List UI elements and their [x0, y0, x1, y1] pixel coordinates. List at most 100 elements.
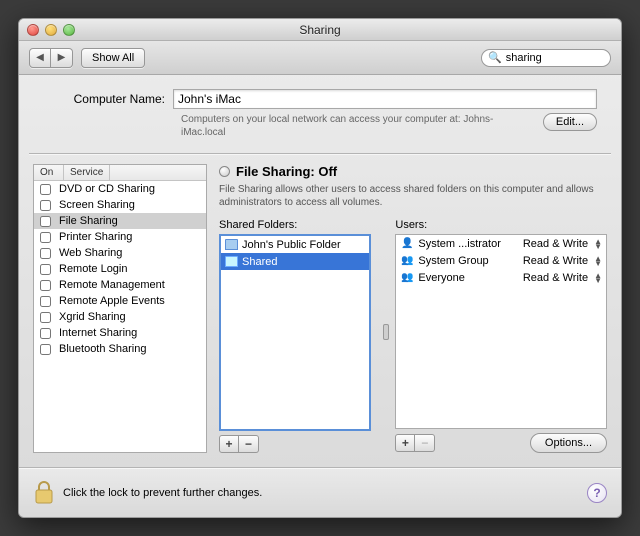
forward-button[interactable]: ▶ [51, 48, 73, 68]
service-row[interactable]: Printer Sharing [34, 229, 206, 245]
group-icon: 👥 [400, 272, 414, 284]
service-label: Remote Apple Events [59, 295, 165, 307]
user-row[interactable]: 👤 System ...istrator Read & Write ▲▼ [396, 235, 606, 252]
service-label: Screen Sharing [59, 199, 135, 211]
service-checkbox[interactable] [40, 280, 51, 291]
status-description: File Sharing allows other users to acces… [219, 183, 607, 209]
service-checkbox[interactable] [40, 248, 51, 259]
folder-name: John's Public Folder [242, 239, 341, 251]
service-label: Web Sharing [59, 247, 122, 259]
traffic-lights [19, 24, 75, 36]
folder-icon [225, 256, 238, 267]
shared-folder-row[interactable]: Shared [221, 253, 369, 270]
main-area: On Service DVD or CD Sharing Screen Shari… [19, 154, 621, 467]
back-button[interactable]: ◀ [29, 48, 51, 68]
service-row[interactable]: Remote Login [34, 261, 206, 277]
folder-icon [225, 239, 238, 250]
service-checkbox[interactable] [40, 312, 51, 323]
status-led-icon [219, 166, 230, 177]
service-label: File Sharing [59, 215, 118, 227]
users-list[interactable]: 👤 System ...istrator Read & Write ▲▼ 👥 System… [395, 234, 607, 429]
group-icon: 👥 [400, 255, 414, 267]
show-all-button[interactable]: Show All [81, 48, 145, 68]
service-label: Internet Sharing [59, 327, 137, 339]
service-row[interactable]: DVD or CD Sharing [34, 181, 206, 197]
computer-name-section: Computer Name: Computers on your local n… [19, 75, 621, 147]
computer-name-field[interactable] [173, 89, 597, 109]
service-label: Printer Sharing [59, 231, 132, 243]
service-row[interactable]: Bluetooth Sharing [34, 341, 206, 357]
service-row[interactable]: Remote Management [34, 277, 206, 293]
computer-name-label: Computer Name: [43, 92, 173, 106]
search-input[interactable] [506, 52, 622, 64]
lock-icon[interactable] [33, 480, 55, 506]
remove-user-button[interactable]: − [415, 434, 435, 452]
users-pane: Users: 👤 System ...istrator Read & Write ▲▼… [395, 219, 607, 453]
user-name: System Group [418, 255, 518, 267]
service-row[interactable]: Web Sharing [34, 245, 206, 261]
user-permission[interactable]: Read & Write [523, 255, 590, 267]
lock-text: Click the lock to prevent further change… [63, 487, 262, 499]
service-row[interactable]: Internet Sharing [34, 325, 206, 341]
sharing-prefpane-window: Sharing ◀ ▶ Show All 🔍 ✕ Computer Name: … [18, 18, 622, 518]
users-label: Users: [395, 219, 607, 231]
service-checkbox[interactable] [40, 344, 51, 355]
user-name: Everyone [418, 272, 518, 284]
panes-row: Shared Folders: John's Public Folder Shar… [219, 219, 607, 453]
shared-folders-list[interactable]: John's Public Folder Shared [219, 234, 371, 431]
close-icon[interactable] [27, 24, 39, 36]
computer-name-note: Computers on your local network can acce… [181, 113, 543, 139]
service-label: Remote Management [59, 279, 165, 291]
service-label: Remote Login [59, 263, 128, 275]
add-folder-button[interactable]: + [219, 435, 239, 453]
service-checkbox[interactable] [40, 184, 51, 195]
detail-panel: File Sharing: Off File Sharing allows ot… [219, 164, 607, 453]
content-area: Computer Name: Computers on your local n… [19, 75, 621, 467]
titlebar: Sharing [19, 19, 621, 41]
service-checkbox[interactable] [40, 200, 51, 211]
window-title: Sharing [19, 23, 621, 37]
col-on[interactable]: On [34, 165, 64, 180]
edit-hostname-button[interactable]: Edit... [543, 113, 597, 131]
status-title: File Sharing: Off [236, 164, 337, 179]
toolbar: ◀ ▶ Show All 🔍 ✕ [19, 41, 621, 75]
user-permission[interactable]: Read & Write [523, 272, 590, 284]
shared-folder-row[interactable]: John's Public Folder [221, 236, 369, 253]
service-checkbox[interactable] [40, 216, 51, 227]
col-service[interactable]: Service [64, 165, 110, 180]
user-name: System ...istrator [418, 238, 518, 250]
minimize-icon[interactable] [45, 24, 57, 36]
service-checkbox[interactable] [40, 328, 51, 339]
service-row[interactable]: Screen Sharing [34, 197, 206, 213]
person-icon: 👤 [400, 238, 414, 250]
user-permission[interactable]: Read & Write [523, 238, 590, 250]
add-user-button[interactable]: + [395, 434, 415, 452]
footer: Click the lock to prevent further change… [19, 467, 621, 517]
service-row[interactable]: Xgrid Sharing [34, 309, 206, 325]
zoom-icon[interactable] [63, 24, 75, 36]
services-panel: On Service DVD or CD Sharing Screen Shari… [33, 164, 207, 453]
service-checkbox[interactable] [40, 296, 51, 307]
status-row: File Sharing: Off [219, 164, 607, 179]
search-icon: 🔍 [488, 51, 502, 64]
help-button[interactable]: ? [587, 483, 607, 503]
remove-folder-button[interactable]: − [239, 435, 259, 453]
shared-folders-pane: Shared Folders: John's Public Folder Shar… [219, 219, 371, 453]
service-row[interactable]: Remote Apple Events [34, 293, 206, 309]
services-list[interactable]: On Service DVD or CD Sharing Screen Shari… [33, 164, 207, 453]
user-row[interactable]: 👥 Everyone Read & Write ▲▼ [396, 269, 606, 286]
services-header: On Service [34, 165, 206, 181]
service-row[interactable]: File Sharing [34, 213, 206, 229]
user-row[interactable]: 👥 System Group Read & Write ▲▼ [396, 252, 606, 269]
service-label: DVD or CD Sharing [59, 183, 155, 195]
shared-folders-label: Shared Folders: [219, 219, 371, 231]
options-button[interactable]: Options... [530, 433, 607, 453]
permission-stepper[interactable]: ▲▼ [594, 273, 602, 283]
permission-stepper[interactable]: ▲▼ [594, 256, 602, 266]
folder-name: Shared [242, 256, 277, 268]
service-checkbox[interactable] [40, 232, 51, 243]
service-checkbox[interactable] [40, 264, 51, 275]
permission-stepper[interactable]: ▲▼ [594, 239, 602, 249]
search-field[interactable]: 🔍 ✕ [481, 49, 611, 67]
nav-segment: ◀ ▶ [29, 48, 73, 68]
